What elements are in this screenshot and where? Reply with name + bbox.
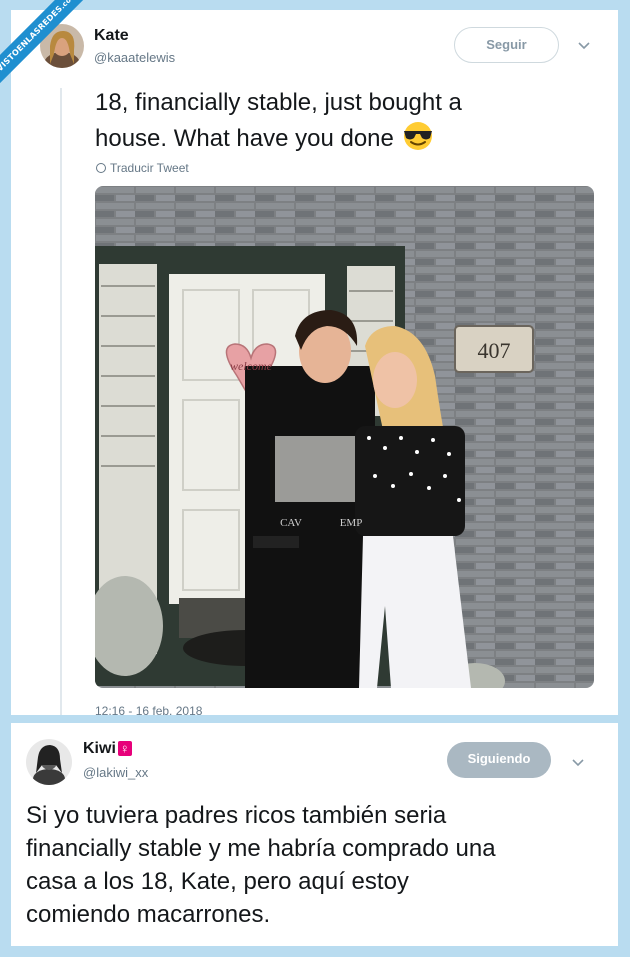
chevron-down-icon[interactable] (577, 38, 591, 54)
female-sign-icon: ♀ (117, 741, 132, 756)
author-name-text: Kiwi (83, 740, 116, 757)
author-handle[interactable]: @lakiwi_xx (83, 765, 148, 780)
author-name[interactable]: Kiwi ♀ (83, 740, 132, 758)
chevron-down-icon[interactable] (571, 755, 585, 771)
tweet-photo[interactable]: welcome 407 CAV EMP (95, 186, 594, 688)
house-number-text: 407 (478, 338, 511, 363)
translate-label: Traducir Tweet (110, 161, 189, 175)
author-name[interactable]: Kate (94, 27, 129, 45)
tweet-text-line: 18, financially stable, just bought a (95, 89, 462, 116)
tweet-timestamp[interactable]: 12:16 - 16 feb. 2018 (95, 704, 202, 715)
tweet-text: Si yo tuviera padres ricos también seria… (26, 799, 496, 931)
tweet-card-kate: Kate @kaaatelewis Seguir 18, financially… (11, 10, 618, 715)
thread-line (60, 88, 62, 715)
avatar-kiwi[interactable] (26, 739, 72, 785)
tweet-text-line: house. What have you done (95, 125, 394, 152)
globe-icon (96, 163, 106, 173)
door-sign-text: welcome (230, 359, 273, 373)
author-handle[interactable]: @kaaatelewis (94, 50, 175, 65)
tweet-text-line: casa a los 18, Kate, pero aquí estoy (26, 868, 409, 895)
follow-button[interactable]: Seguir (454, 27, 559, 63)
tweet-text-line: Si yo tuviera padres ricos también seria (26, 802, 447, 829)
shirt-text-right: EMP (340, 517, 363, 529)
tweet-text-line: financially stable y me habría comprado … (26, 835, 496, 862)
tweet-text-line: comiendo macarrones. (26, 901, 271, 928)
tweet-text: 18, financially stable, just bought a ho… (95, 86, 462, 156)
sunglasses-emoji-icon (401, 120, 435, 150)
following-button[interactable]: Siguiendo (447, 742, 551, 778)
shirt-text-left: CAV (280, 517, 302, 529)
translate-link[interactable]: Traducir Tweet (96, 161, 189, 175)
tweet-card-kiwi: Kiwi ♀ @lakiwi_xx Siguiendo Si yo tuviera… (11, 723, 618, 946)
